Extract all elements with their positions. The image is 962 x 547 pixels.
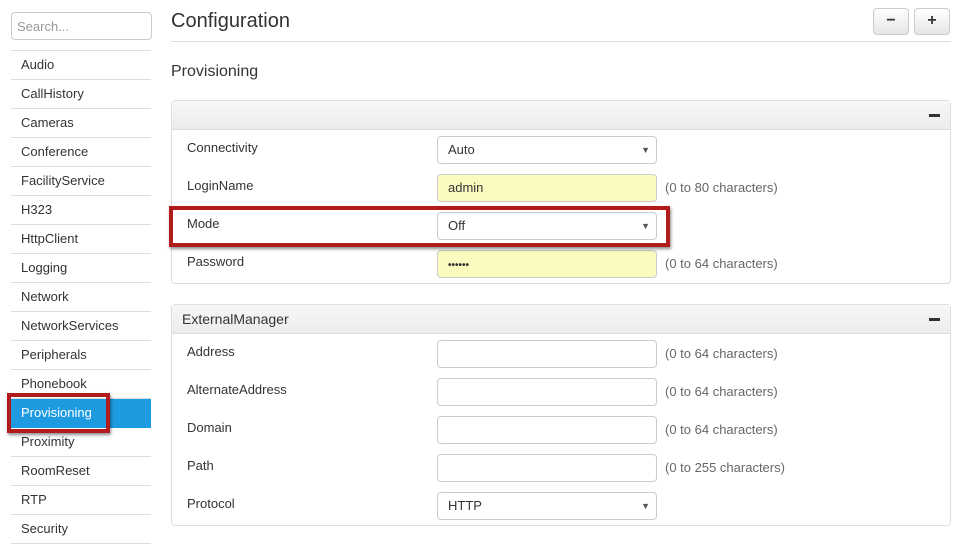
field-hint: (0 to 64 characters): [665, 422, 778, 437]
field-hint: (0 to 80 characters): [665, 180, 778, 195]
protocol-select[interactable]: HTTP ▼: [437, 492, 657, 520]
field-label: Mode: [187, 216, 220, 231]
loginname-input[interactable]: admin: [437, 174, 657, 202]
field-label: Address: [187, 344, 235, 359]
collapse-icon[interactable]: [929, 114, 940, 117]
field-hint: (0 to 64 characters): [665, 256, 778, 271]
domain-input[interactable]: [437, 416, 657, 444]
field-label: Password: [187, 254, 245, 269]
field-row-connectivity: Connectivity Auto ▼: [172, 136, 950, 164]
sidebar-item-security[interactable]: Security: [11, 515, 151, 544]
field-value: HTTP: [448, 498, 482, 513]
field-row-domain: Domain (0 to 64 characters): [172, 416, 950, 444]
chevron-down-icon: ▼: [641, 145, 650, 155]
field-row-loginname: LoginName admin (0 to 80 characters): [172, 174, 950, 202]
path-input[interactable]: [437, 454, 657, 482]
search-input[interactable]: [11, 12, 152, 40]
sidebar-item-peripherals[interactable]: Peripherals: [11, 341, 151, 370]
sidebar-nav: Audio CallHistory Cameras Conference Facilit…: [11, 50, 151, 544]
sidebar-item-h323[interactable]: H323: [11, 196, 151, 225]
page-title: Configuration: [171, 10, 290, 32]
sidebar-item-facilityservice[interactable]: FacilityService: [11, 167, 151, 196]
password-input[interactable]: ••••••: [437, 250, 657, 278]
sidebar-item-phonebook[interactable]: Phonebook: [11, 370, 151, 399]
panel-title: ExternalManager: [182, 311, 289, 327]
field-row-path: Path (0 to 255 characters): [172, 454, 950, 482]
field-label: Path: [187, 458, 214, 473]
chevron-down-icon: ▼: [641, 221, 650, 231]
field-value: Auto: [448, 142, 475, 157]
sidebar-item-networkservices[interactable]: NetworkServices: [11, 312, 151, 341]
chevron-down-icon: ▼: [641, 501, 650, 511]
field-hint: (0 to 64 characters): [665, 384, 778, 399]
collapse-all-button[interactable]: −: [873, 8, 909, 35]
sidebar-item-conference[interactable]: Conference: [11, 138, 151, 167]
field-value: admin: [448, 180, 484, 195]
sidebar-item-cameras[interactable]: Cameras: [11, 109, 151, 138]
mode-select[interactable]: Off ▼: [437, 212, 657, 240]
sidebar-item-roomreset[interactable]: RoomReset: [11, 457, 151, 486]
section-title: Provisioning: [171, 63, 259, 80]
field-label: Domain: [187, 420, 232, 435]
field-row-alternateaddress: AlternateAddress (0 to 64 characters): [172, 378, 950, 406]
field-row-protocol: Protocol HTTP ▼: [172, 492, 950, 520]
collapse-icon[interactable]: [929, 318, 940, 321]
panel-header[interactable]: [172, 101, 950, 130]
field-label: AlternateAddress: [187, 382, 287, 397]
field-value: Off: [448, 218, 466, 233]
sidebar-item-logging[interactable]: Logging: [11, 254, 151, 283]
external-manager-panel: ExternalManager Address (0 to 64 character…: [171, 304, 951, 526]
field-row-password: Password •••••• (0 to 64 characters): [172, 250, 950, 278]
field-label: LoginName: [187, 178, 254, 193]
sidebar-item-network[interactable]: Network: [11, 283, 151, 312]
provisioning-panel: Connectivity Auto ▼ LoginName admin (0 to 80 …: [171, 100, 951, 284]
sidebar-item-provisioning[interactable]: Provisioning: [11, 399, 151, 428]
sidebar-item-audio[interactable]: Audio: [11, 51, 151, 80]
sidebar-item-httpclient[interactable]: HttpClient: [11, 225, 151, 254]
field-label: Protocol: [187, 496, 235, 511]
sidebar-item-callhistory[interactable]: CallHistory: [11, 80, 151, 109]
field-hint: (0 to 255 characters): [665, 460, 785, 475]
field-row-mode: Mode Off ▼: [172, 212, 950, 240]
sidebar-item-rtp[interactable]: RTP: [11, 486, 151, 515]
field-label: Connectivity: [187, 140, 258, 155]
panel-header[interactable]: ExternalManager: [172, 305, 950, 334]
expand-all-button[interactable]: +: [914, 8, 950, 35]
alternateaddress-input[interactable]: [437, 378, 657, 406]
field-hint: (0 to 64 characters): [665, 346, 778, 361]
address-input[interactable]: [437, 340, 657, 368]
field-row-address: Address (0 to 64 characters): [172, 340, 950, 368]
connectivity-select[interactable]: Auto ▼: [437, 136, 657, 164]
sidebar-item-proximity[interactable]: Proximity: [11, 428, 151, 457]
divider: [171, 41, 951, 42]
field-value: ••••••: [448, 260, 470, 271]
